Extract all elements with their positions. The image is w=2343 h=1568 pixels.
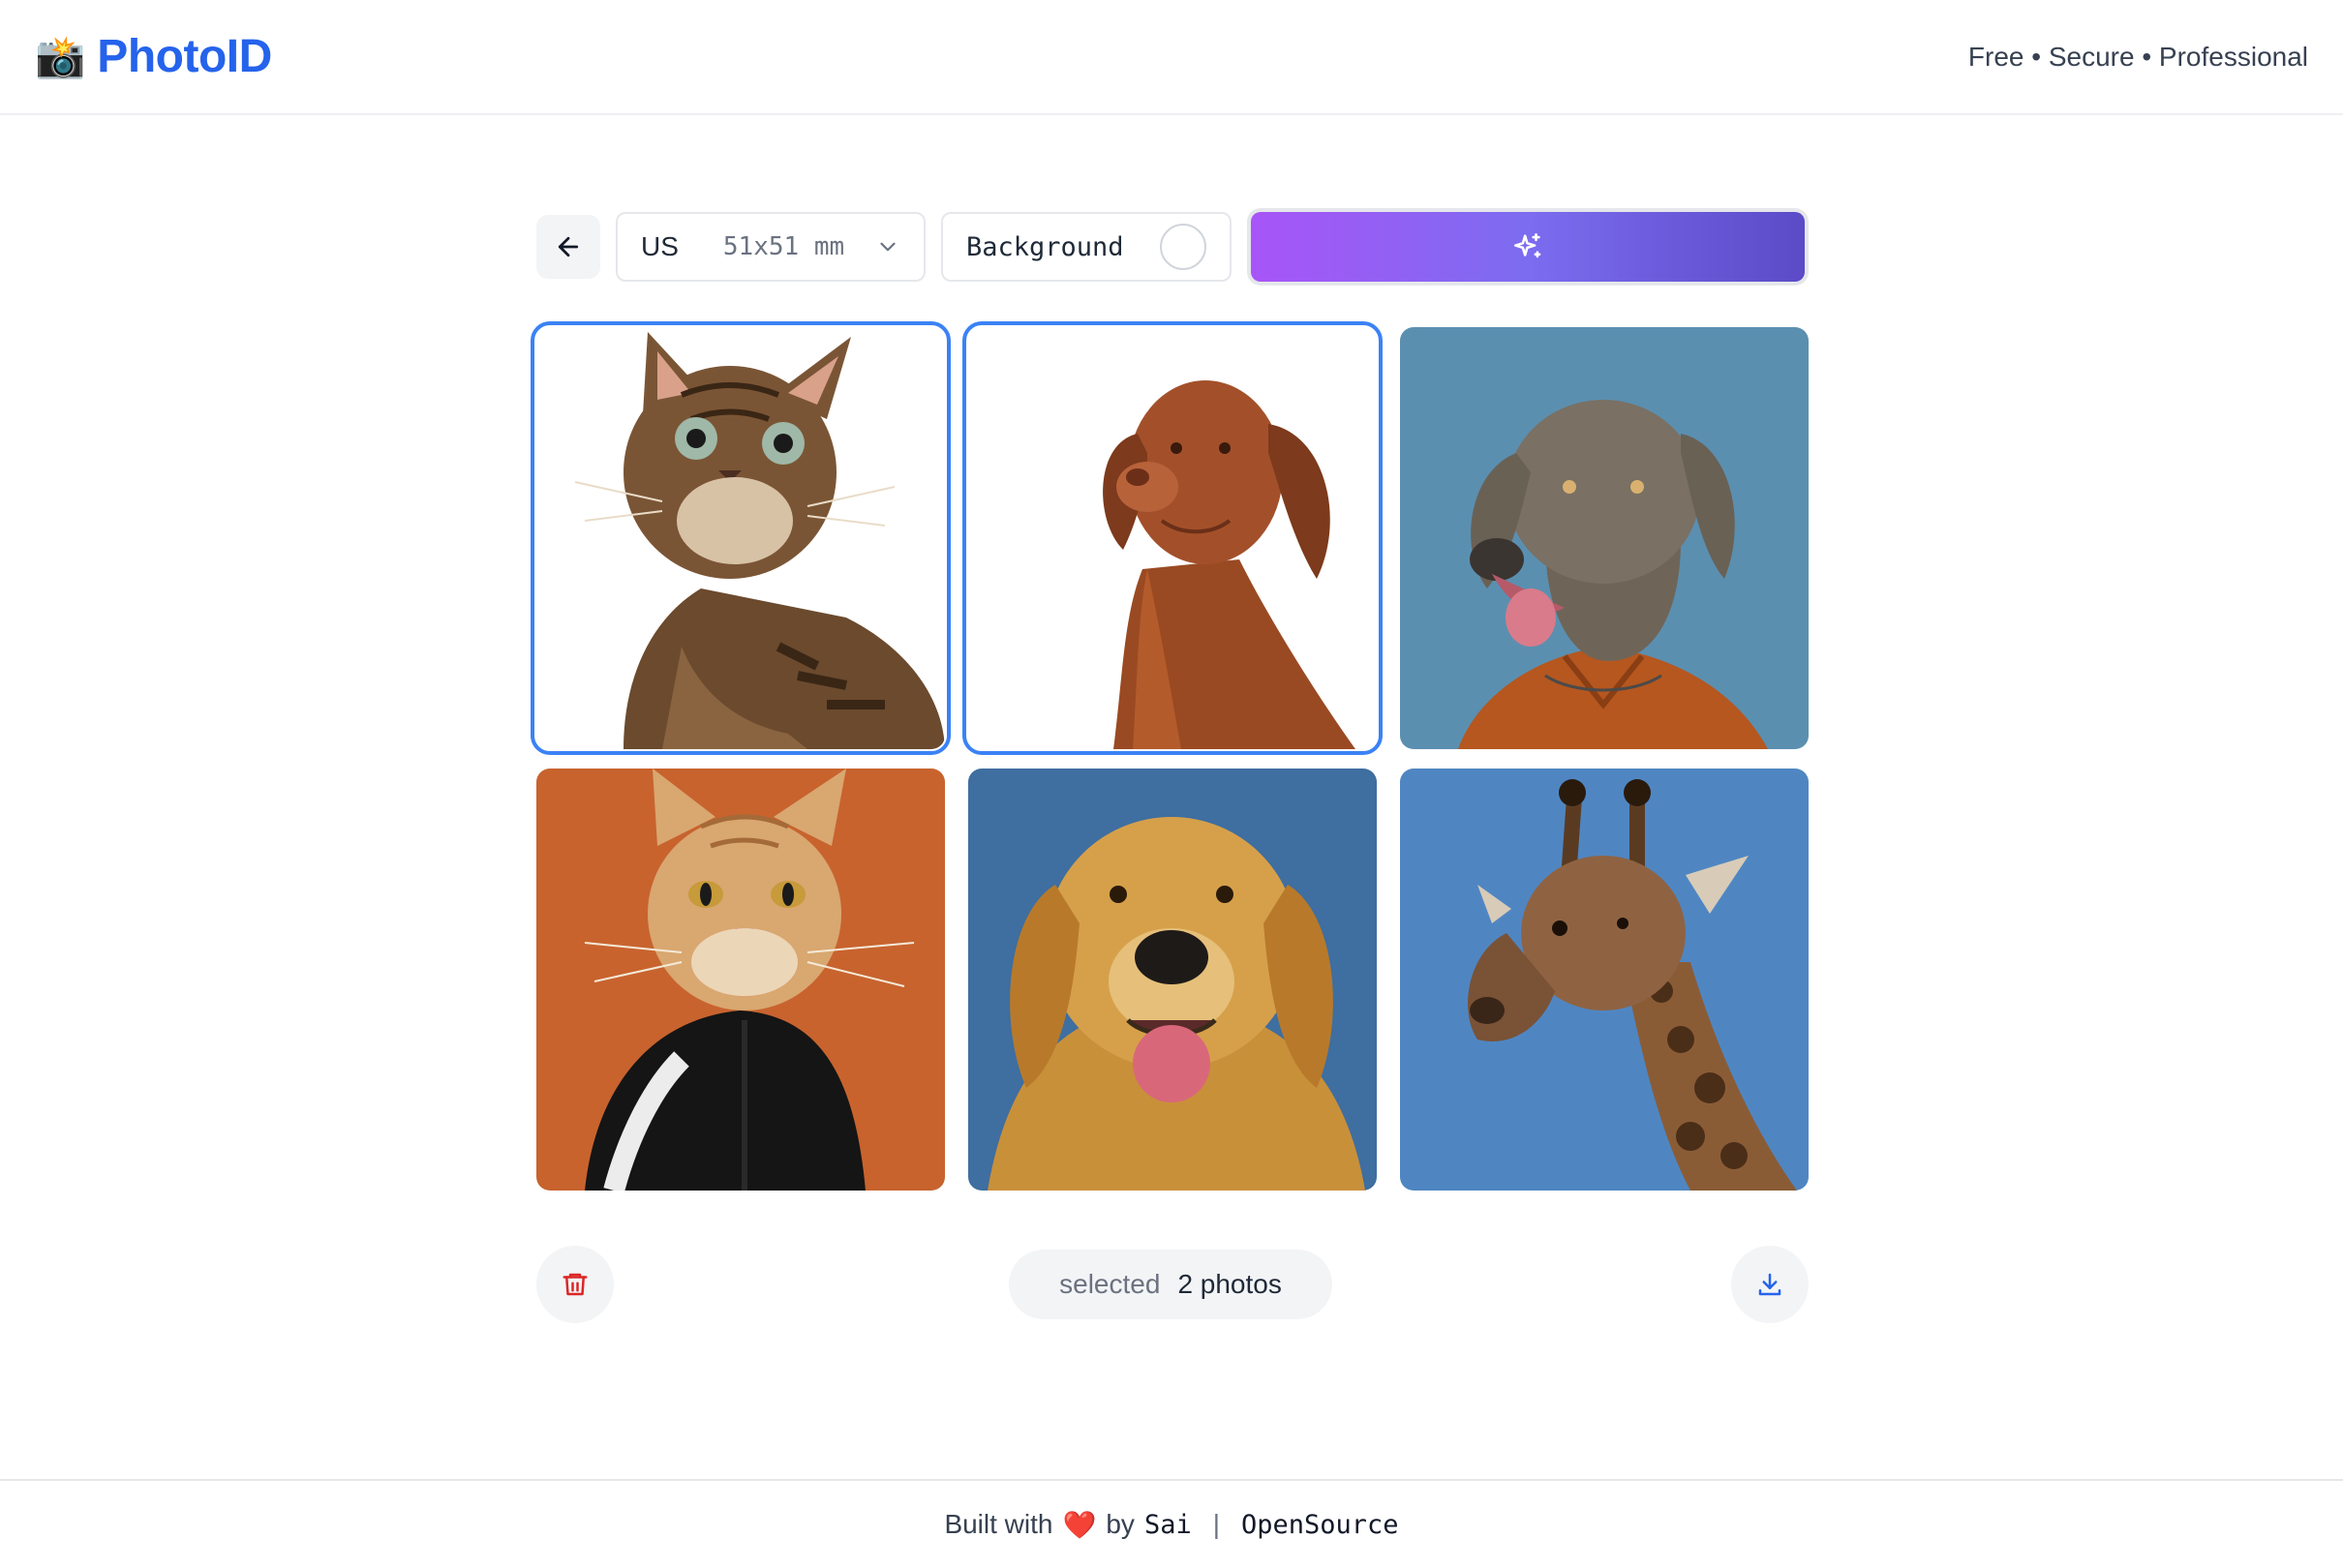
camera-icon: 📸 [35,33,86,79]
sparkles-icon [1513,232,1541,258]
selection-count: selected 2 photos [1009,1250,1332,1319]
background-label: Background [966,231,1124,262]
photo-card-vizsla[interactable] [962,321,1383,755]
generate-button[interactable] [1247,208,1809,286]
photo-card-orange-cat[interactable] [536,769,945,1191]
background-swatch[interactable] [1160,224,1206,270]
opensource-link[interactable]: OpenSource [1241,1510,1399,1540]
giraffe-image [1400,769,1809,1191]
selection-actions: selected 2 photos [536,1246,1809,1323]
size-value: 51x51 mm [722,232,845,261]
arrow-left-icon [558,236,579,257]
chevron-down-icon [875,234,900,259]
selection-label: selected [1059,1269,1161,1299]
download-icon [1758,1273,1781,1296]
logo[interactable]: 📸 PhotoID [35,30,272,83]
background-color-picker[interactable]: Background [941,212,1232,282]
app-title: PhotoID [97,31,272,82]
app-header: 📸 PhotoID Free • Secure • Professional [0,0,2343,115]
photo-card-golden-retriever[interactable] [968,769,1377,1191]
tabby-cat-image [536,327,945,749]
footer: Built with ❤️ by Sai | OpenSource [0,1479,2343,1568]
toolbar: US 51x51 mm Background [536,208,1809,286]
tagline: Free • Secure • Professional [1967,41,2308,72]
selection-count-value: 2 photos [1177,1269,1282,1299]
country-value: US [641,231,679,261]
vizsla-dog-image [968,327,1377,749]
heart-icon: ❤️ [1062,1509,1097,1540]
photo-grid [531,321,1809,1191]
back-button[interactable] [536,215,600,279]
photo-card-giraffe[interactable] [1400,769,1809,1191]
delete-button[interactable] [536,1246,614,1323]
golden-retriever-image [968,769,1377,1191]
footer-separator: | [1212,1509,1220,1539]
size-select[interactable]: US 51x51 mm [616,212,926,282]
weimaraner-dog-image [1400,327,1809,749]
footer-by: by [1106,1509,1135,1539]
photo-card-weimaraner[interactable] [1400,327,1809,749]
generate-button-inner [1251,212,1805,282]
trash-icon [563,1273,588,1296]
photo-card-cat[interactable] [531,321,951,755]
orange-cat-image [536,769,945,1191]
author-link[interactable]: Sai [1144,1510,1192,1540]
footer-built-with: Built with [944,1509,1053,1539]
download-button[interactable] [1731,1246,1809,1323]
